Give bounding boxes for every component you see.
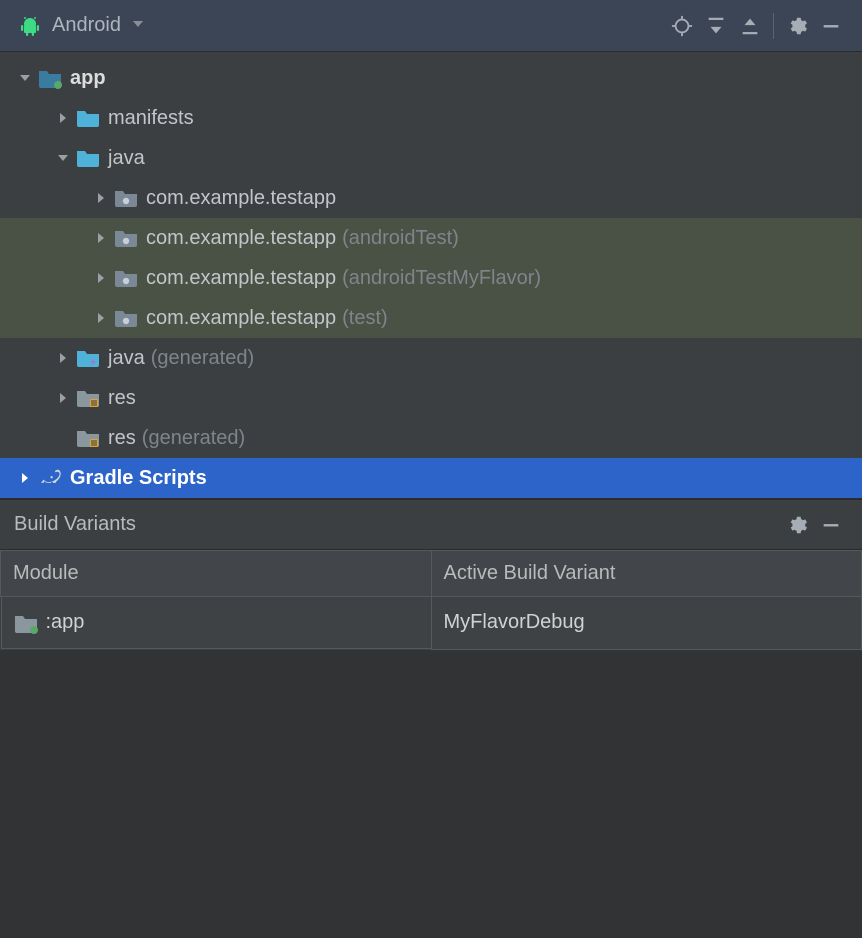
tree-node-package-test[interactable]: com.example.testapp (test) [0,298,862,338]
col-header-variant[interactable]: Active Build Variant [431,551,862,597]
node-label: com.example.testapp [146,227,336,250]
tree-node-package-androidtestflavor[interactable]: com.example.testapp (androidTestMyFlavor… [0,258,862,298]
locate-icon[interactable] [665,9,699,43]
package-icon [112,188,140,208]
chevron-down-icon[interactable] [131,14,145,37]
table-header-row: Module Active Build Variant [1,551,862,597]
tree-node-res[interactable]: res [0,378,862,418]
node-label: app [70,67,106,90]
tree-node-java[interactable]: java [0,138,862,178]
chevron-right-icon[interactable] [90,311,112,325]
tree-node-res-generated[interactable]: res (generated) [0,418,862,458]
node-label-suffix: (generated) [142,427,245,450]
node-label: manifests [108,107,194,130]
package-icon [112,308,140,328]
node-label: java [108,347,145,370]
tree-node-package-androidtest[interactable]: com.example.testapp (androidTest) [0,218,862,258]
chevron-right-icon[interactable] [52,111,74,125]
folder-icon [74,148,102,168]
table-row[interactable]: :app MyFlavorDebug [1,597,862,650]
node-label-suffix: (test) [342,307,388,330]
res-folder-icon [74,388,102,408]
generated-folder-icon [74,348,102,368]
active-variant-cell[interactable]: MyFlavorDebug [431,597,862,650]
folder-icon [74,108,102,128]
node-label: Gradle Scripts [70,467,207,490]
tree-node-app[interactable]: app [0,58,862,98]
node-label: com.example.testapp [146,307,336,330]
res-folder-icon [74,428,102,448]
build-variants-empty-area [0,650,862,938]
gear-icon[interactable] [780,508,814,542]
node-label: res [108,387,136,410]
panel-title: Build Variants [14,513,780,536]
tree-node-manifests[interactable]: manifests [0,98,862,138]
col-header-module[interactable]: Module [1,551,432,597]
node-label-suffix: (androidTestMyFlavor) [342,267,541,290]
node-label: com.example.testapp [146,267,336,290]
node-label: java [108,147,145,170]
gradle-icon [36,468,64,488]
android-icon [18,14,42,38]
chevron-right-icon[interactable] [52,391,74,405]
chevron-right-icon[interactable] [14,471,36,485]
node-label: com.example.testapp [146,187,336,210]
collapse-all-icon[interactable] [699,9,733,43]
tree-node-package-main[interactable]: com.example.testapp [0,178,862,218]
package-icon [112,268,140,288]
node-label: res [108,427,136,450]
chevron-right-icon[interactable] [90,231,112,245]
tree-node-java-generated[interactable]: java (generated) [0,338,862,378]
build-variants-table: Module Active Build Variant :app MyFlavo… [0,550,862,650]
project-view-dropdown[interactable]: Android [52,14,121,37]
module-folder-icon [14,612,38,634]
chevron-right-icon[interactable] [90,191,112,205]
toolbar-separator [773,13,774,39]
minimize-icon[interactable] [814,508,848,542]
project-tree: app manifests java com.example.testapp [0,52,862,498]
chevron-down-icon[interactable] [52,151,74,165]
chevron-right-icon[interactable] [52,351,74,365]
chevron-right-icon[interactable] [90,271,112,285]
module-name: :app [46,611,85,634]
node-label-suffix: (generated) [151,347,254,370]
node-label-suffix: (androidTest) [342,227,459,250]
expand-all-icon[interactable] [733,9,767,43]
package-icon [112,228,140,248]
gear-icon[interactable] [780,9,814,43]
chevron-down-icon[interactable] [14,71,36,85]
build-variants-header: Build Variants [0,500,862,550]
module-folder-icon [36,67,64,89]
project-view-toolbar: Android [0,0,862,52]
tree-node-gradle-scripts[interactable]: Gradle Scripts [0,458,862,498]
minimize-icon[interactable] [814,9,848,43]
